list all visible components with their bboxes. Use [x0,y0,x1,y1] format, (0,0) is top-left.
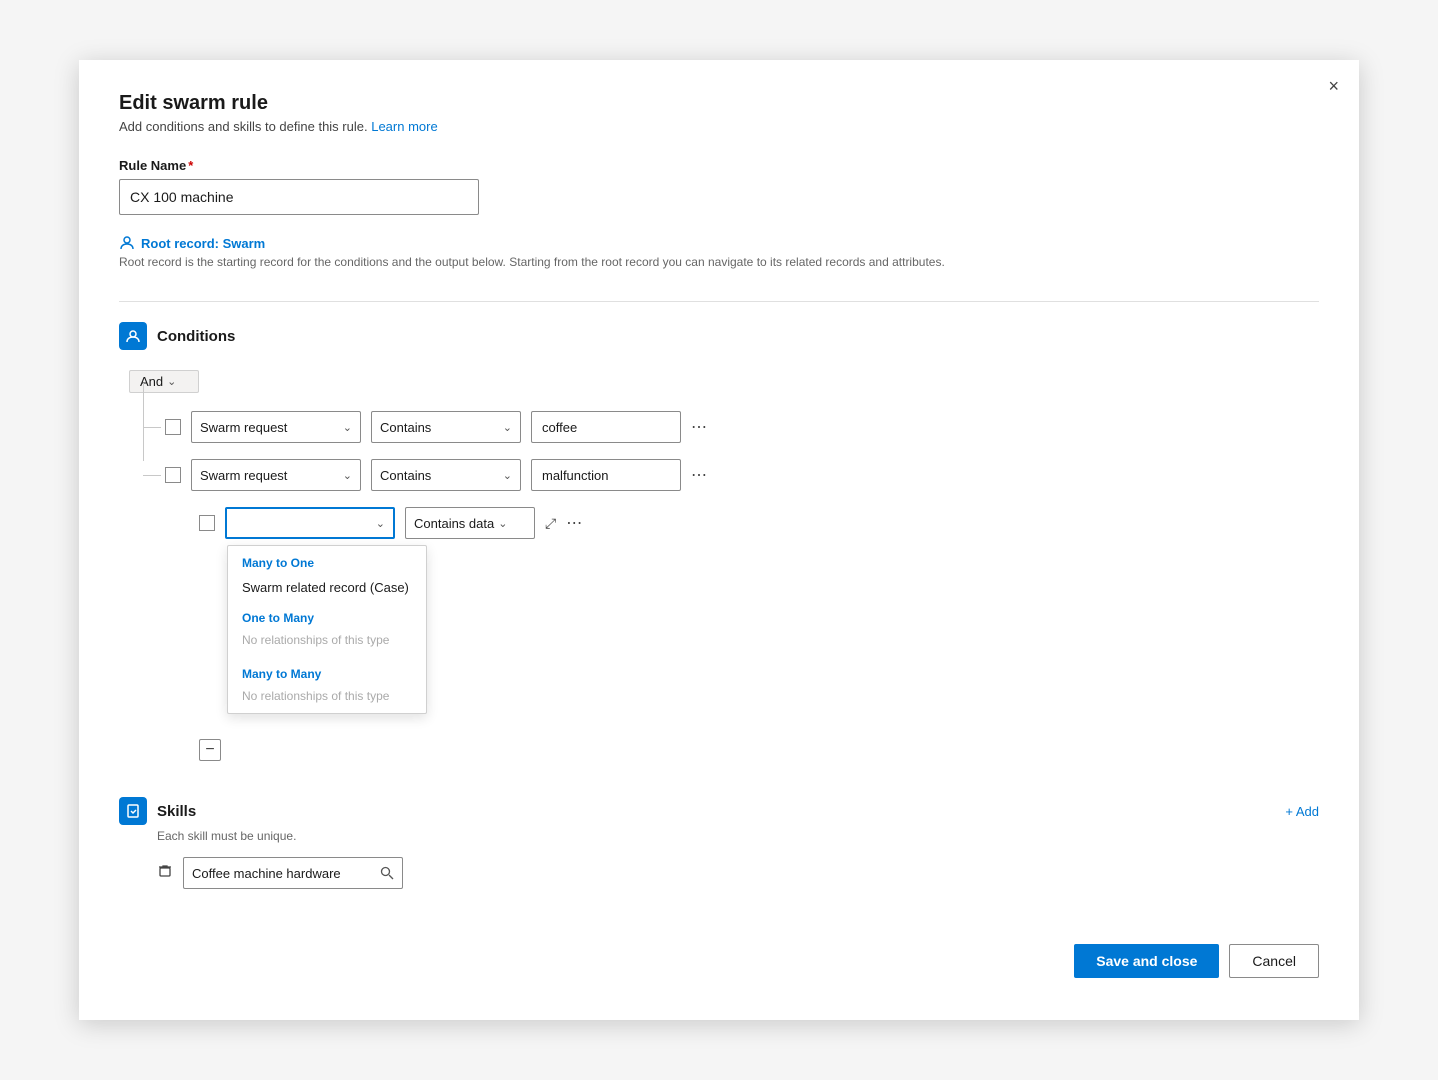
skills-header: Skills + Add [119,797,1319,825]
condition-row-2-checkbox[interactable] [165,467,181,483]
modal-subtitle: Add conditions and skills to define this… [119,119,1319,134]
condition-row-3-operator-select[interactable]: Contains data ⌄ [405,507,535,539]
conditions-section-header: Conditions [119,322,1319,350]
swarm-related-record-item[interactable]: Swarm related record (Case) [228,574,426,601]
divider [119,301,1319,302]
skill-input-wrap-1 [183,857,403,889]
root-record-icon [119,235,135,251]
conditions-section-icon [125,328,141,344]
h-connector-1 [143,427,161,428]
skills-section: Skills + Add Each skill must be unique. [119,797,1319,889]
one-to-many-group-label: One to Many [228,601,426,629]
condition-row-1-checkbox[interactable] [165,419,181,435]
skills-header-left: Skills [119,797,196,825]
add-condition-button[interactable]: − [199,739,221,761]
condition-row-1-field-select[interactable]: Swarm request ⌄ [191,411,361,443]
field-chevron-icon-1: ⌄ [343,421,352,434]
condition-row-2: Swarm request ⌄ Contains ⌄ ⋯ [165,459,1319,491]
many-to-many-group-label: Many to Many [228,657,426,685]
root-record-row: Root record: Swarm [119,235,1319,251]
many-to-one-group-label: Many to One [228,546,426,574]
skills-section-icon [125,803,141,819]
search-icon-1 [380,866,394,880]
condition-row-2-more-options[interactable]: ⋯ [691,465,709,485]
field-chevron-icon-3: ⌄ [376,517,385,530]
save-and-close-button[interactable]: Save and close [1074,944,1219,978]
modal-footer: Save and close Cancel [119,904,1319,988]
edit-swarm-rule-modal: × Edit swarm rule Add conditions and ski… [79,60,1359,1020]
condition-row-3-wrap: ⌄ Many to One Swarm related record (Case… [199,507,1319,539]
skills-icon [119,797,147,825]
condition-row-2-operator-select[interactable]: Contains ⌄ [371,459,521,491]
operator-chevron-icon-3: ⌄ [498,517,507,530]
condition-row-3-checkbox[interactable] [199,515,215,531]
delete-skill-button-1[interactable] [157,863,173,884]
root-record-desc: Root record is the starting record for t… [119,255,1319,269]
condition-row-2-value-input[interactable] [531,459,681,491]
root-record-label: Root record: Swarm [141,236,265,251]
skills-title: Skills [157,803,196,820]
learn-more-link[interactable]: Learn more [371,119,437,134]
no-many-to-many-label: No relationships of this type [228,685,426,713]
skill-input-1[interactable] [192,866,374,881]
conditions-icon [119,322,147,350]
condition-row-1-more-options[interactable]: ⋯ [691,417,709,437]
close-button[interactable]: × [1328,76,1339,97]
condition-row-1-value-input[interactable] [531,411,681,443]
conditions-title: Conditions [157,328,235,345]
add-skill-button[interactable]: + Add [1285,804,1319,819]
condition-row-3-field-dropdown[interactable]: ⌄ Many to One Swarm related record (Case… [225,507,395,539]
add-condition-row: − [199,739,1319,761]
rule-name-label: Rule Name* [119,158,1319,173]
no-one-to-many-label: No relationships of this type [228,629,426,657]
trash-icon-1 [157,863,173,879]
skill-row-1 [157,857,1319,889]
condition-row-3-more-options[interactable]: ⋯ [566,513,584,533]
condition-row-1: Swarm request ⌄ Contains ⌄ ⋯ [165,411,1319,443]
operator-chevron-icon-2: ⌄ [503,469,512,482]
cancel-button[interactable]: Cancel [1229,944,1319,978]
rule-name-input[interactable] [119,179,479,215]
connector-line-1 [143,383,144,461]
condition-row-3: ⌄ Many to One Swarm related record (Case… [199,507,1319,539]
operator-chevron-icon-1: ⌄ [503,421,512,434]
skills-description: Each skill must be unique. [157,829,1319,843]
expand-button-3[interactable]: ⤢ [545,515,556,532]
h-connector-2 [143,475,161,476]
condition-row-2-field-select[interactable]: Swarm request ⌄ [191,459,361,491]
and-operator-dropdown[interactable]: And ⌄ [129,370,199,393]
field-chevron-icon-2: ⌄ [343,469,352,482]
condition-row-1-operator-select[interactable]: Contains ⌄ [371,411,521,443]
field-dropdown-menu: Many to One Swarm related record (Case) … [227,545,427,714]
conditions-area: And ⌄ Swarm request ⌄ Contains ⌄ ⋯ Swar [129,370,1319,761]
modal-title: Edit swarm rule [119,92,1319,115]
and-chevron-icon: ⌄ [167,375,176,388]
